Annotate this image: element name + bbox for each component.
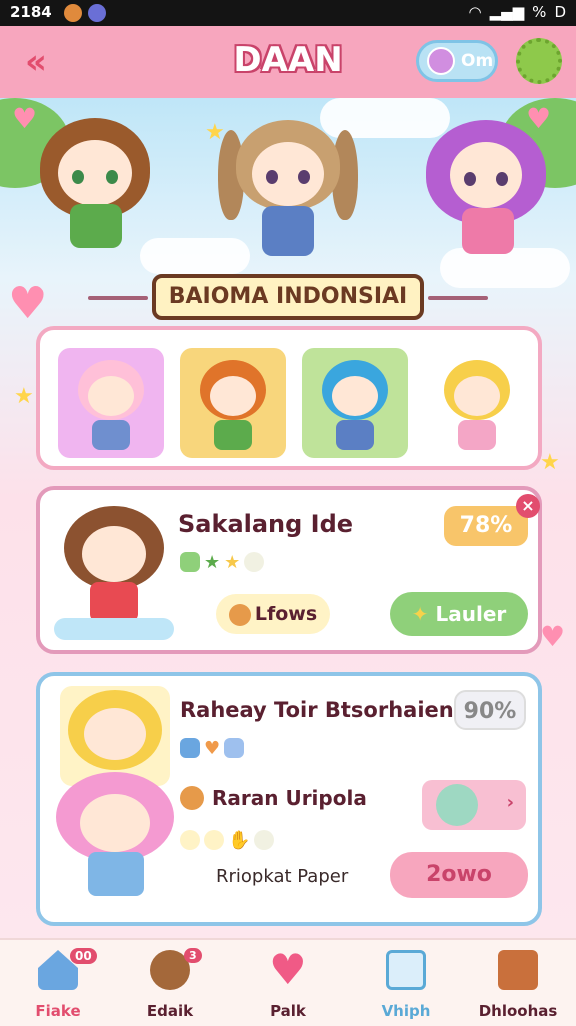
face-icon	[228, 603, 251, 626]
character-select-card	[36, 326, 542, 470]
character-purple-hair[interactable]	[426, 120, 546, 270]
close-icon[interactable]: ×	[516, 494, 540, 518]
quest-card-2[interactable]: Raheay Toir Btsorhaien 90% ♥ Raran Uripo…	[36, 672, 542, 926]
nav-item-shop[interactable]: Dhloohas	[470, 940, 566, 1026]
status-bar: 2184 ◠ ▂▄▆ % D	[0, 0, 576, 26]
status-right: ◠ ▂▄▆ % D	[468, 3, 566, 21]
gallery-icon	[386, 950, 426, 990]
nav-badge: 3	[184, 948, 202, 963]
heart-icon: ♥	[269, 945, 307, 994]
heart-decoration: ♥	[8, 278, 48, 329]
wifi-icon: ◠	[468, 3, 482, 21]
shop-icon	[498, 950, 538, 990]
star-icon	[180, 552, 200, 572]
card2-icons: ♥	[180, 738, 245, 759]
card2-footer: Rriopkat Paper	[216, 866, 349, 887]
app-notification-icon	[88, 4, 106, 22]
bell-icon: ✦	[411, 602, 429, 626]
signal-icon: ▂▄▆	[489, 3, 525, 21]
star-decoration: ★	[540, 450, 560, 475]
gift-icon	[224, 738, 245, 758]
star-empty-icon	[180, 830, 200, 850]
star-icon: ★	[204, 552, 221, 573]
banner-line-left	[88, 296, 148, 300]
card1-primary-button[interactable]: ✦ Lauler	[390, 592, 528, 636]
status-time: 2184	[10, 3, 52, 21]
nav-label: Fiake	[35, 1002, 81, 1020]
hand-icon: ✋	[228, 830, 251, 851]
avatar	[436, 784, 478, 826]
card1-progress-badge: 78%	[444, 506, 528, 546]
nav-item-gallery[interactable]: Vhiph	[358, 940, 454, 1026]
heart-decoration: ♥	[12, 102, 38, 135]
quest-card-1[interactable]: Sakalang Ide ★ ★ 78% × Lfows ✦ Lauler	[36, 486, 542, 654]
nav-item-home[interactable]: 00 Fiake	[10, 940, 106, 1026]
character-brown-hair[interactable]	[40, 118, 150, 268]
app-header: « DAAN Om	[0, 26, 576, 98]
star-decoration: ★	[14, 384, 34, 409]
status-percent: %	[532, 3, 547, 21]
battery-icon: D	[554, 3, 566, 21]
card1-character	[54, 506, 174, 640]
card1-primary-label: Lauler	[435, 602, 507, 626]
profile-pill-button[interactable]: Om	[416, 40, 498, 82]
nav-item-heart[interactable]: ♥ Palk	[240, 940, 336, 1026]
nav-label: Dhloohas	[478, 1002, 558, 1020]
profile-pill-label: Om	[461, 51, 494, 71]
character-thumb-pink[interactable]	[58, 348, 164, 458]
banner-line-right	[428, 296, 488, 300]
card1-title: Sakalang Ide	[178, 510, 354, 538]
status-app-icons	[64, 4, 106, 22]
card2-action-button[interactable]: 2owo	[390, 852, 528, 898]
star-icon: ★	[224, 552, 241, 573]
card1-rating: ★ ★	[180, 552, 265, 573]
main-scene: ♥ ♥ ♥ ★ ★ ★ ♥ BAIOMA INDONSIAI Sakalang …	[0, 98, 576, 938]
bottom-nav: 00 Fiake 3 Edaik ♥ Palk Vhiph Dhloohas	[0, 938, 576, 1026]
card2-avatar-button[interactable]: ›	[422, 780, 526, 830]
star-empty-icon	[254, 830, 275, 850]
card2-character-bottom	[56, 772, 174, 902]
section-banner: BAIOMA INDONSIAI	[152, 274, 424, 320]
nav-badge: 00	[70, 948, 97, 964]
character-thumb-blonde[interactable]	[424, 348, 530, 458]
app-notification-icon	[64, 4, 82, 22]
character-thumb-orange[interactable]	[180, 348, 286, 458]
heart-decoration: ♥	[540, 620, 566, 653]
card1-secondary-label: Lfows	[254, 603, 318, 625]
check-icon	[180, 738, 200, 758]
card2-subtitle: Raran Uripola	[212, 786, 367, 810]
heart-small-icon: ♥	[204, 738, 221, 759]
nav-label: Edaik	[146, 1002, 194, 1020]
star-empty-icon	[244, 552, 265, 572]
face-icon	[180, 786, 204, 810]
gear-icon[interactable]	[516, 38, 562, 84]
star-empty-icon	[204, 830, 224, 850]
card2-title: Raheay Toir Btsorhaien	[180, 698, 454, 722]
nav-label: Vhiph	[381, 1002, 431, 1020]
card2-progress-badge: 90%	[454, 690, 526, 730]
character-thumb-blue[interactable]	[302, 348, 408, 458]
card2-rating: ✋	[180, 830, 275, 851]
smiley-icon	[427, 47, 455, 75]
character-twin-tails[interactable]	[218, 120, 358, 270]
card2-character-top	[60, 686, 170, 786]
card1-secondary-button[interactable]: Lfows	[216, 594, 330, 634]
nav-item-bear[interactable]: 3 Edaik	[122, 940, 218, 1026]
chevron-right-icon: ›	[506, 792, 514, 813]
nav-label: Palk	[270, 1002, 306, 1020]
card2-subtitle-row: Raran Uripola	[180, 786, 367, 810]
